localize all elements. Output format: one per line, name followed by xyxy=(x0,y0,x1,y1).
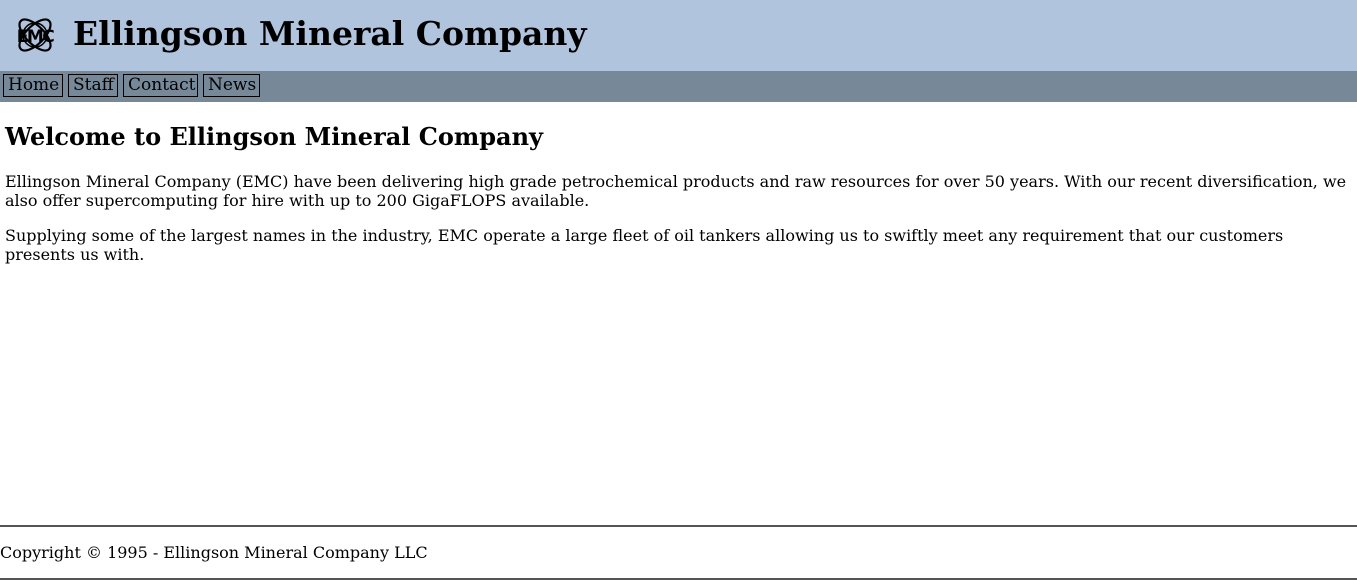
nav-bar: Home Staff Contact News xyxy=(0,71,1357,102)
footer-copyright: Copyright © 1995 - Ellingson Mineral Com… xyxy=(0,543,428,562)
nav-link-news[interactable]: News xyxy=(203,74,260,97)
site-header: EMC Ellingson Mineral Company xyxy=(0,0,1357,71)
page-heading: Welcome to Ellingson Mineral Company xyxy=(5,122,543,151)
main-content: Welcome to Ellingson Mineral Company Ell… xyxy=(5,102,1350,264)
fleet-paragraph: Supplying some of the largest names in t… xyxy=(5,226,1284,264)
nav-link-contact[interactable]: Contact xyxy=(123,74,198,97)
nav-link-staff[interactable]: Staff xyxy=(68,74,118,97)
site-title: Ellingson Mineral Company xyxy=(73,14,587,53)
nav-link-home[interactable]: Home xyxy=(3,74,63,97)
logo-lettering: EMC xyxy=(17,27,55,47)
intro-paragraph: Ellingson Mineral Company (EMC) have bee… xyxy=(5,172,1347,210)
footer-divider-top xyxy=(0,525,1357,527)
emc-atom-logo-icon: EMC xyxy=(17,18,56,52)
